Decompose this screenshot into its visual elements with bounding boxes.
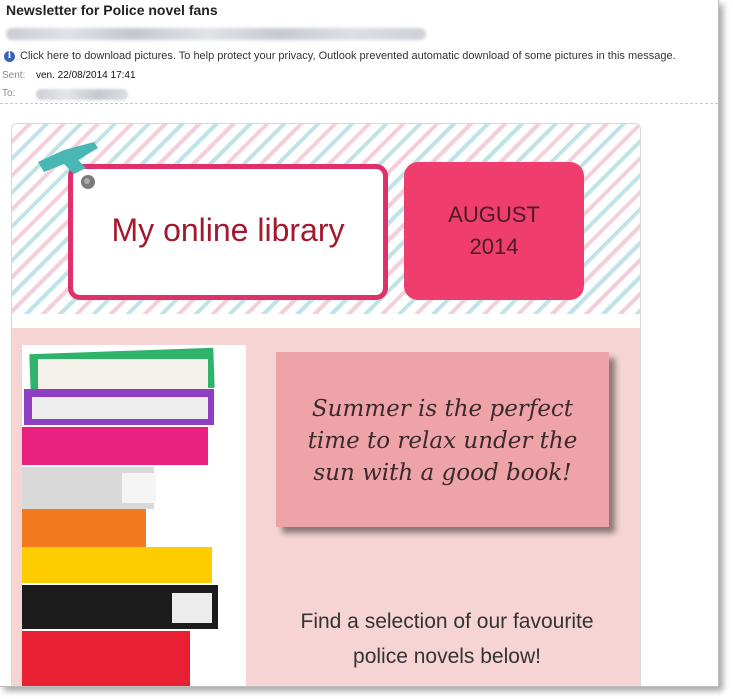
summer-quote: Summer is the perfect time to relax unde…	[307, 395, 578, 486]
sent-label: Sent:	[2, 70, 26, 81]
newsletter-title: My online library	[111, 211, 345, 248]
selection-intro-text: Find a selection of our favourite police…	[300, 610, 594, 668]
quote-box: Summer is the perfect time to relax unde…	[276, 352, 609, 527]
issue-year: 2014	[469, 234, 519, 259]
banner-gap	[12, 314, 640, 328]
infobar-text: Click here to download pictures. To help…	[20, 50, 676, 62]
header-divider	[0, 103, 718, 104]
to-label: To:	[2, 88, 16, 99]
tag-ribbon-icon	[38, 142, 98, 189]
download-pictures-infobar[interactable]: i Click here to download pictures. To he…	[4, 50, 676, 62]
title-tag-box: My online library	[68, 164, 388, 300]
recipient-blurred	[36, 89, 128, 100]
newsletter-body: My online library AUGUST 2014 Summer is …	[11, 123, 641, 686]
email-window: Newsletter for Police novel fans i Click…	[0, 0, 719, 687]
issue-month: AUGUST	[448, 202, 540, 227]
info-icon: i	[4, 50, 15, 62]
sender-blurred	[6, 28, 426, 40]
sent-value: ven. 22/08/2014 17:41	[36, 70, 136, 81]
issue-date-box: AUGUST 2014	[404, 162, 584, 300]
intro-section: Summer is the perfect time to relax unde…	[12, 328, 640, 686]
book-stack-image	[22, 345, 246, 686]
email-subject: Newsletter for Police novel fans	[6, 2, 218, 18]
